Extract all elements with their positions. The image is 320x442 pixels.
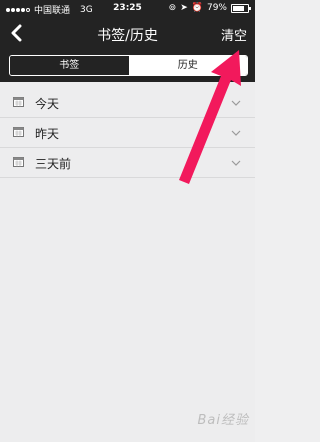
watermark: Bai经验 — [197, 413, 249, 428]
history-group-label: 今天 — [35, 97, 60, 111]
calendar-icon — [13, 127, 24, 137]
battery-percent: 79% — [206, 3, 227, 13]
calendar-icon — [13, 157, 24, 167]
history-group-label: 昨天 — [35, 127, 60, 141]
annotation-arrow-icon — [179, 50, 241, 184]
clear-button[interactable]: 清空 — [221, 25, 247, 44]
status-bar: 中国联通 3G 23:25 ⊚ ➤ ⏰ 79% — [0, 0, 255, 17]
tab-bookmarks[interactable]: 书签 — [10, 56, 129, 75]
phone-screen: 中国联通 3G 23:25 ⊚ ➤ ⏰ 79% 书签/历史 清空 书签 历史 今… — [0, 0, 255, 442]
history-group-label: 三天前 — [35, 157, 72, 171]
lock-rotation-icon: ⊚ — [168, 3, 177, 13]
battery-icon — [231, 3, 251, 13]
status-right: ⊚ ➤ ⏰ 79% — [168, 3, 251, 13]
calendar-icon — [13, 97, 24, 107]
location-icon: ➤ — [180, 3, 188, 13]
page-title: 书签/历史 — [97, 28, 158, 44]
alarm-icon: ⏰ — [191, 3, 203, 13]
